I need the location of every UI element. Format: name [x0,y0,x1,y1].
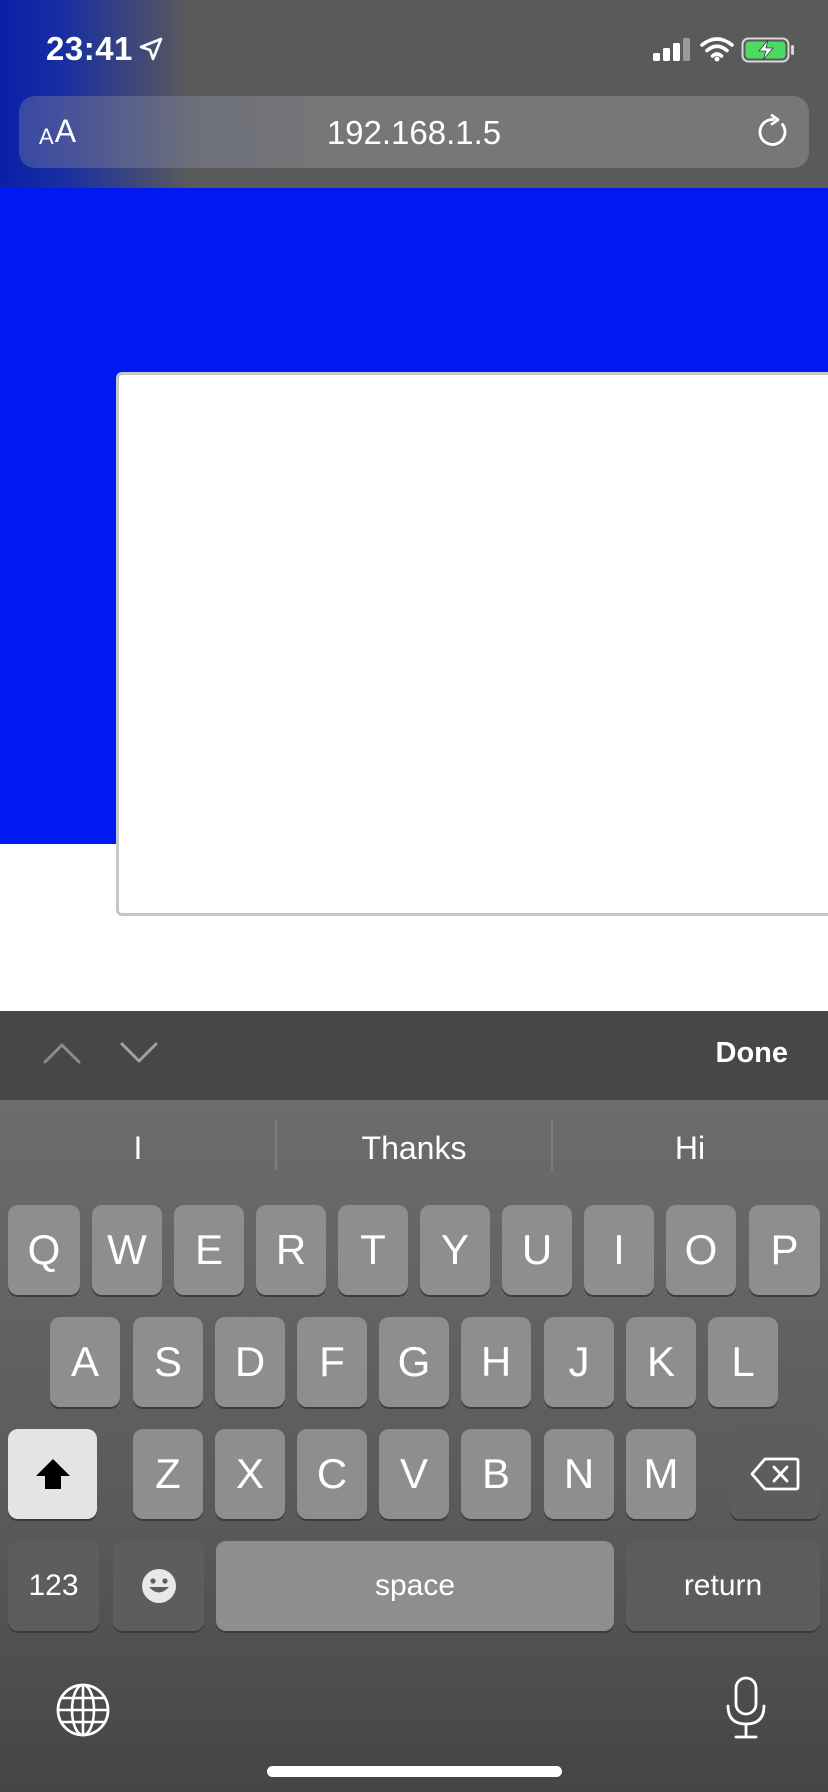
key-e[interactable]: E [174,1205,244,1295]
emoji-key[interactable] [113,1541,204,1631]
suggestion-item[interactable]: Hi [552,1130,828,1167]
keyboard-accessory-bar: Done [0,1011,828,1100]
chevron-down-icon[interactable] [119,1041,159,1065]
key-o[interactable]: O [666,1205,736,1295]
suggestion-item[interactable]: I [0,1130,276,1167]
return-key[interactable]: return [626,1541,820,1631]
battery-charging-icon [741,37,794,63]
home-indicator [267,1766,562,1777]
key-r[interactable]: R [256,1205,326,1295]
delete-key[interactable] [730,1429,820,1519]
key-s[interactable]: S [133,1317,203,1407]
url-text[interactable]: 192.168.1.5 [19,114,809,152]
key-a[interactable]: A [50,1317,120,1407]
key-m[interactable]: M [626,1429,696,1519]
key-q[interactable]: Q [8,1205,80,1295]
suggestion-bar: I Thanks Hi [0,1100,828,1200]
key-l[interactable]: L [708,1317,778,1407]
globe-icon[interactable] [55,1682,111,1738]
status-time: 23:41 [46,30,133,67]
key-h[interactable]: H [461,1317,531,1407]
numbers-key[interactable]: 123 [8,1541,99,1631]
cellular-signal-icon [653,38,690,61]
key-k[interactable]: K [626,1317,696,1407]
browser-top-bar: 23:41 A A 192.168.1.5 [0,0,828,188]
return-key-label: return [683,1569,763,1602]
key-t[interactable]: T [338,1205,408,1295]
key-u[interactable]: U [502,1205,572,1295]
backspace-icon [750,1457,800,1491]
shift-key[interactable] [8,1429,97,1519]
microphone-icon[interactable] [724,1676,768,1740]
location-arrow-icon [139,37,163,61]
chevron-up-icon[interactable] [42,1041,82,1065]
suggestion-item[interactable]: Thanks [276,1130,552,1167]
keyboard: I Thanks Hi Q W E R T Y U I O P A S D F … [0,1100,828,1792]
key-v[interactable]: V [379,1429,449,1519]
shift-arrow-icon [35,1459,70,1489]
key-p[interactable]: P [749,1205,820,1295]
key-j[interactable]: J [544,1317,614,1407]
key-g[interactable]: G [379,1317,449,1407]
key-i[interactable]: I [584,1205,654,1295]
key-d[interactable]: D [215,1317,285,1407]
key-z[interactable]: Z [133,1429,203,1519]
space-key[interactable]: space [216,1541,614,1631]
key-b[interactable]: B [461,1429,531,1519]
emoji-face-icon [141,1569,176,1603]
numbers-key-label: 123 [28,1569,79,1602]
key-f[interactable]: F [297,1317,367,1407]
space-key-label: space [374,1569,456,1602]
key-c[interactable]: C [297,1429,367,1519]
page-blue-panel [0,188,828,916]
key-n[interactable]: N [544,1429,614,1519]
wifi-icon [700,37,734,62]
key-w[interactable]: W [92,1205,162,1295]
done-button[interactable]: Done [716,1037,789,1070]
address-bar[interactable]: A A 192.168.1.5 [19,96,809,168]
key-x[interactable]: X [215,1429,285,1519]
reload-icon[interactable] [755,114,791,150]
focused-text-area[interactable] [116,372,828,916]
key-y[interactable]: Y [420,1205,490,1295]
